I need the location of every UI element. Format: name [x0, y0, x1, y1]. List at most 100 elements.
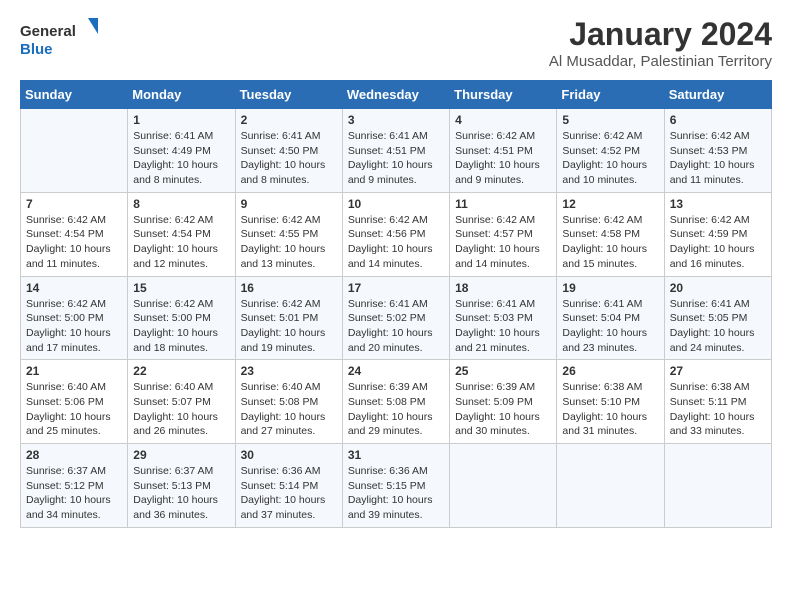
- day-info: Sunrise: 6:41 AM Sunset: 5:05 PM Dayligh…: [670, 297, 766, 356]
- day-info: Sunrise: 6:40 AM Sunset: 5:07 PM Dayligh…: [133, 380, 229, 439]
- day-info: Sunrise: 6:41 AM Sunset: 5:02 PM Dayligh…: [348, 297, 444, 356]
- calendar-cell: 22 Sunrise: 6:40 AM Sunset: 5:07 PM Dayli…: [128, 360, 235, 444]
- calendar-cell: 31 Sunrise: 6:36 AM Sunset: 5:15 PM Dayli…: [342, 444, 449, 528]
- day-number: 11: [455, 197, 551, 211]
- day-info: Sunrise: 6:42 AM Sunset: 4:54 PM Dayligh…: [26, 213, 122, 272]
- calendar-cell: [664, 444, 771, 528]
- day-info: Sunrise: 6:40 AM Sunset: 5:06 PM Dayligh…: [26, 380, 122, 439]
- day-number: 31: [348, 448, 444, 462]
- weekday-header-friday: Friday: [557, 81, 664, 109]
- calendar-cell: 16 Sunrise: 6:42 AM Sunset: 5:01 PM Dayli…: [235, 276, 342, 360]
- day-number: 2: [241, 113, 337, 127]
- day-info: Sunrise: 6:38 AM Sunset: 5:10 PM Dayligh…: [562, 380, 658, 439]
- month-title: January 2024: [549, 16, 772, 53]
- week-row-1: 7 Sunrise: 6:42 AM Sunset: 4:54 PM Daylig…: [21, 192, 772, 276]
- week-row-3: 21Sunrise: 6:40 AM Sunset: 5:06 PM Dayli…: [21, 360, 772, 444]
- day-info: Sunrise: 6:36 AM Sunset: 5:14 PM Dayligh…: [241, 464, 337, 523]
- logo: General Blue: [20, 16, 100, 61]
- calendar-cell: 23 Sunrise: 6:40 AM Sunset: 5:08 PM Dayli…: [235, 360, 342, 444]
- day-info: Sunrise: 6:42 AM Sunset: 5:01 PM Dayligh…: [241, 297, 337, 356]
- calendar-cell: 17 Sunrise: 6:41 AM Sunset: 5:02 PM Dayli…: [342, 276, 449, 360]
- day-number: 26: [562, 364, 658, 378]
- day-number: 17: [348, 281, 444, 295]
- day-number: 8: [133, 197, 229, 211]
- calendar-cell: 5Sunrise: 6:42 AM Sunset: 4:52 PM Daylig…: [557, 109, 664, 193]
- calendar-cell: 6 Sunrise: 6:42 AM Sunset: 4:53 PM Daylig…: [664, 109, 771, 193]
- day-info: Sunrise: 6:42 AM Sunset: 4:56 PM Dayligh…: [348, 213, 444, 272]
- calendar-cell: [557, 444, 664, 528]
- calendar-cell: 9 Sunrise: 6:42 AM Sunset: 4:55 PM Daylig…: [235, 192, 342, 276]
- calendar-cell: 27 Sunrise: 6:38 AM Sunset: 5:11 PM Dayli…: [664, 360, 771, 444]
- calendar-cell: 29 Sunrise: 6:37 AM Sunset: 5:13 PM Dayli…: [128, 444, 235, 528]
- day-info: Sunrise: 6:39 AM Sunset: 5:09 PM Dayligh…: [455, 380, 551, 439]
- location: Al Musaddar, Palestinian Territory: [549, 53, 772, 70]
- day-info: Sunrise: 6:42 AM Sunset: 4:59 PM Dayligh…: [670, 213, 766, 272]
- header: General Blue January 2024 Al Musaddar, P…: [20, 16, 772, 70]
- day-info: Sunrise: 6:41 AM Sunset: 5:03 PM Dayligh…: [455, 297, 551, 356]
- day-number: 1: [133, 113, 229, 127]
- day-info: Sunrise: 6:41 AM Sunset: 4:50 PM Dayligh…: [241, 129, 337, 188]
- calendar-cell: 25 Sunrise: 6:39 AM Sunset: 5:09 PM Dayli…: [450, 360, 557, 444]
- calendar-cell: 4Sunrise: 6:42 AM Sunset: 4:51 PM Daylig…: [450, 109, 557, 193]
- day-number: 6: [670, 113, 766, 127]
- day-info: Sunrise: 6:41 AM Sunset: 4:51 PM Dayligh…: [348, 129, 444, 188]
- calendar-cell: 30Sunrise: 6:36 AM Sunset: 5:14 PM Dayli…: [235, 444, 342, 528]
- day-number: 24: [348, 364, 444, 378]
- weekday-header-saturday: Saturday: [664, 81, 771, 109]
- day-number: 10: [348, 197, 444, 211]
- day-number: 28: [26, 448, 122, 462]
- calendar-cell: 21Sunrise: 6:40 AM Sunset: 5:06 PM Dayli…: [21, 360, 128, 444]
- calendar-cell: 7 Sunrise: 6:42 AM Sunset: 4:54 PM Daylig…: [21, 192, 128, 276]
- calendar-cell: 20Sunrise: 6:41 AM Sunset: 5:05 PM Dayli…: [664, 276, 771, 360]
- calendar-cell: 10 Sunrise: 6:42 AM Sunset: 4:56 PM Dayli…: [342, 192, 449, 276]
- day-info: Sunrise: 6:36 AM Sunset: 5:15 PM Dayligh…: [348, 464, 444, 523]
- day-number: 23: [241, 364, 337, 378]
- weekday-header-wednesday: Wednesday: [342, 81, 449, 109]
- day-info: Sunrise: 6:42 AM Sunset: 5:00 PM Dayligh…: [133, 297, 229, 356]
- day-info: Sunrise: 6:42 AM Sunset: 4:57 PM Dayligh…: [455, 213, 551, 272]
- day-number: 29: [133, 448, 229, 462]
- day-number: 7: [26, 197, 122, 211]
- day-number: 9: [241, 197, 337, 211]
- day-info: Sunrise: 6:37 AM Sunset: 5:12 PM Dayligh…: [26, 464, 122, 523]
- weekday-header-monday: Monday: [128, 81, 235, 109]
- svg-text:Blue: Blue: [20, 41, 53, 58]
- calendar-cell: 1 Sunrise: 6:41 AM Sunset: 4:49 PM Daylig…: [128, 109, 235, 193]
- weekday-header-tuesday: Tuesday: [235, 81, 342, 109]
- day-info: Sunrise: 6:42 AM Sunset: 4:55 PM Dayligh…: [241, 213, 337, 272]
- day-info: Sunrise: 6:40 AM Sunset: 5:08 PM Dayligh…: [241, 380, 337, 439]
- day-number: 16: [241, 281, 337, 295]
- day-info: Sunrise: 6:41 AM Sunset: 5:04 PM Dayligh…: [562, 297, 658, 356]
- weekday-header-sunday: Sunday: [21, 81, 128, 109]
- weekday-header-row: SundayMondayTuesdayWednesdayThursdayFrid…: [21, 81, 772, 109]
- day-number: 25: [455, 364, 551, 378]
- day-info: Sunrise: 6:38 AM Sunset: 5:11 PM Dayligh…: [670, 380, 766, 439]
- day-info: Sunrise: 6:41 AM Sunset: 4:49 PM Dayligh…: [133, 129, 229, 188]
- day-info: Sunrise: 6:37 AM Sunset: 5:13 PM Dayligh…: [133, 464, 229, 523]
- day-info: Sunrise: 6:42 AM Sunset: 4:53 PM Dayligh…: [670, 129, 766, 188]
- calendar-cell: 24 Sunrise: 6:39 AM Sunset: 5:08 PM Dayli…: [342, 360, 449, 444]
- day-info: Sunrise: 6:39 AM Sunset: 5:08 PM Dayligh…: [348, 380, 444, 439]
- calendar-cell: 8 Sunrise: 6:42 AM Sunset: 4:54 PM Daylig…: [128, 192, 235, 276]
- day-info: Sunrise: 6:42 AM Sunset: 4:54 PM Dayligh…: [133, 213, 229, 272]
- calendar-cell: 19 Sunrise: 6:41 AM Sunset: 5:04 PM Dayli…: [557, 276, 664, 360]
- calendar-cell: 15 Sunrise: 6:42 AM Sunset: 5:00 PM Dayli…: [128, 276, 235, 360]
- calendar-cell: [450, 444, 557, 528]
- calendar-cell: 11 Sunrise: 6:42 AM Sunset: 4:57 PM Dayli…: [450, 192, 557, 276]
- title-area: January 2024 Al Musaddar, Palestinian Te…: [549, 16, 772, 70]
- day-number: 27: [670, 364, 766, 378]
- day-number: 18: [455, 281, 551, 295]
- day-number: 15: [133, 281, 229, 295]
- calendar-table: SundayMondayTuesdayWednesdayThursdayFrid…: [20, 80, 772, 528]
- day-number: 19: [562, 281, 658, 295]
- calendar-cell: 12Sunrise: 6:42 AM Sunset: 4:58 PM Dayli…: [557, 192, 664, 276]
- day-info: Sunrise: 6:42 AM Sunset: 4:58 PM Dayligh…: [562, 213, 658, 272]
- weekday-header-thursday: Thursday: [450, 81, 557, 109]
- day-number: 4: [455, 113, 551, 127]
- day-number: 22: [133, 364, 229, 378]
- calendar-cell: 14Sunrise: 6:42 AM Sunset: 5:00 PM Dayli…: [21, 276, 128, 360]
- calendar-cell: 3Sunrise: 6:41 AM Sunset: 4:51 PM Daylig…: [342, 109, 449, 193]
- day-number: 14: [26, 281, 122, 295]
- week-row-4: 28 Sunrise: 6:37 AM Sunset: 5:12 PM Dayli…: [21, 444, 772, 528]
- calendar-cell: 13Sunrise: 6:42 AM Sunset: 4:59 PM Dayli…: [664, 192, 771, 276]
